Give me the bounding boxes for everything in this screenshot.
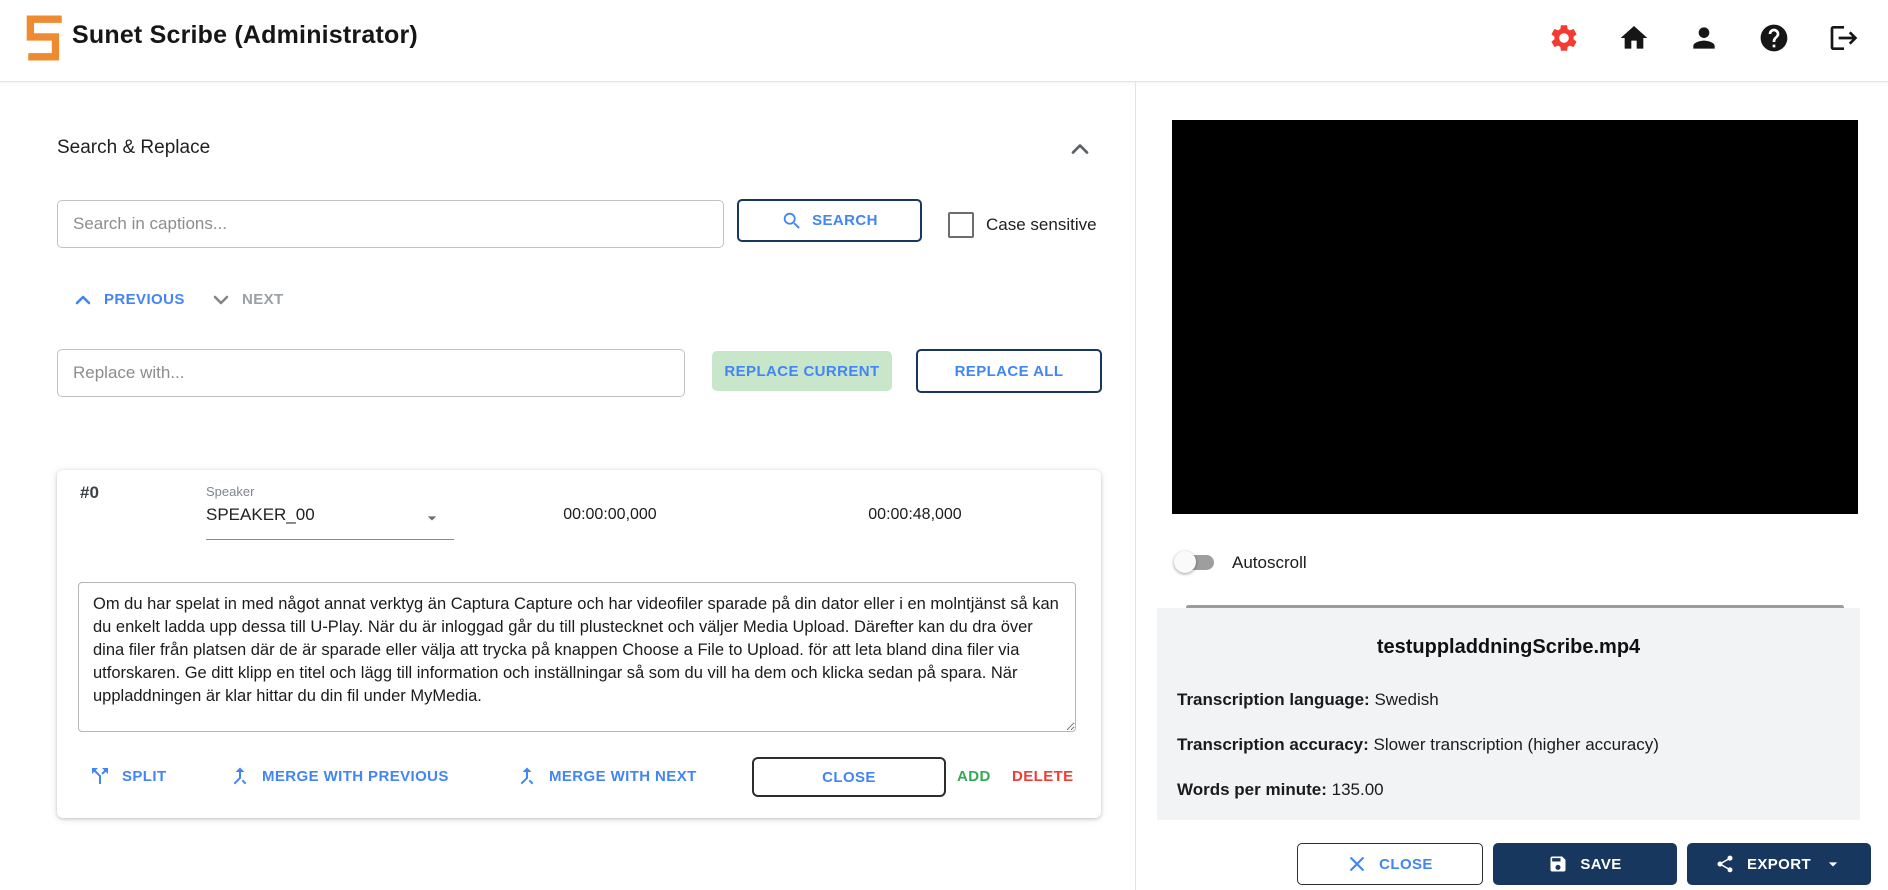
export-label: EXPORT [1747,856,1811,873]
dropdown-arrow-icon [422,508,442,528]
replace-all-button[interactable]: REPLACE ALL [916,349,1102,393]
search-replace-title: Search & Replace [57,137,210,159]
app-root: Sunet Scribe (Administrator) Search & Re… [0,0,1888,890]
speaker-select-label: Speaker [206,484,454,499]
transcription-accuracy-row: Transcription accuracy: Slower transcrip… [1177,735,1659,755]
replace-current-label: REPLACE CURRENT [724,363,879,380]
caption-end-time: 00:00:48,000 [835,506,995,524]
filename: testuppladdningScribe.mp4 [1157,636,1860,659]
merge-previous-icon [228,764,252,788]
fullscreen-icon[interactable] [1755,563,1781,589]
save-icon [1548,854,1568,874]
merge-with-next-button[interactable]: MERGE WITH NEXT [515,764,697,788]
settings-icon[interactable] [1548,22,1580,54]
volume-icon[interactable] [1692,563,1718,589]
add-button[interactable]: ADD [957,768,991,785]
info-value: Slower transcription (higher accuracy) [1374,735,1659,754]
replace-current-button[interactable]: REPLACE CURRENT [712,351,892,391]
autoscroll-toggle[interactable] [1176,551,1216,573]
add-label: ADD [957,768,991,785]
video-player[interactable]: 0:00 / 1:04 [1172,120,1858,514]
delete-label: DELETE [1012,768,1074,785]
case-sensitive-checkbox[interactable] [948,212,974,238]
logout-icon[interactable] [1828,22,1860,54]
split-button[interactable]: SPLIT [88,764,167,788]
save-button[interactable]: SAVE [1493,843,1677,885]
home-icon[interactable] [1618,22,1650,54]
caption-textarea[interactable]: Om du har spelat in med något annat verk… [78,582,1076,732]
profile-icon[interactable] [1688,22,1720,54]
share-icon [1715,854,1735,874]
words-per-minute-row: Words per minute: 135.00 [1177,780,1384,800]
file-info-panel: testuppladdningScribe.mp4 Transcription … [1157,608,1860,820]
replace-input[interactable] [57,349,685,397]
case-sensitive-label: Case sensitive [986,215,1097,235]
replace-all-label: REPLACE ALL [955,363,1064,380]
sunet-logo-icon [24,15,66,61]
transcription-language-row: Transcription language: Swedish [1177,690,1439,710]
info-value: Swedish [1374,690,1438,709]
merge-next-label: MERGE WITH NEXT [549,768,697,785]
next-label: NEXT [242,291,284,308]
info-value: 135.00 [1332,780,1384,799]
search-button[interactable]: SEARCH [737,199,922,242]
split-icon [88,764,112,788]
search-icon [781,210,803,232]
split-label: SPLIT [122,768,167,785]
caption-index: #0 [80,483,99,503]
export-button[interactable]: EXPORT [1687,843,1871,885]
toggle-thumb [1174,551,1196,573]
page-title: Sunet Scribe (Administrator) [72,21,418,50]
caption-close-button[interactable]: CLOSE [752,757,946,797]
info-label: Transcription accuracy: [1177,735,1369,754]
caption-close-label: CLOSE [822,769,876,786]
autoscroll-label: Autoscroll [1232,553,1307,573]
previous-label: PREVIOUS [104,291,185,308]
search-input[interactable] [57,200,724,248]
app-header: Sunet Scribe (Administrator) [0,0,1888,82]
info-label: Transcription language: [1177,690,1370,709]
panel-divider [1135,81,1136,890]
previous-button[interactable]: PREVIOUS [71,288,185,311]
info-label: Words per minute: [1177,780,1327,799]
save-label: SAVE [1580,856,1621,873]
speaker-select[interactable]: Speaker SPEAKER_00 [206,484,454,540]
caption-card: #0 Speaker SPEAKER_00 00:00:00,000 00:00… [57,470,1101,818]
next-button[interactable]: NEXT [209,288,284,311]
footer-close-button[interactable]: CLOSE [1297,843,1483,885]
help-icon[interactable] [1758,22,1790,54]
delete-button[interactable]: DELETE [1012,768,1074,785]
merge-next-icon [515,764,539,788]
footer-close-label: CLOSE [1379,856,1433,873]
export-caret-down-icon [1823,854,1843,874]
caption-start-time: 00:00:00,000 [530,506,690,524]
speaker-select-underline [206,539,454,540]
speaker-select-value: SPEAKER_00 [206,505,454,525]
merge-with-previous-button[interactable]: MERGE WITH PREVIOUS [228,764,449,788]
collapse-chevron-up-icon[interactable] [1066,135,1094,163]
search-button-label: SEARCH [812,212,878,229]
chevron-down-icon [209,288,232,311]
merge-previous-label: MERGE WITH PREVIOUS [262,768,449,785]
video-menu-kebab-icon[interactable] [1816,563,1842,589]
chevron-up-icon [71,288,94,311]
close-x-icon [1347,854,1367,874]
